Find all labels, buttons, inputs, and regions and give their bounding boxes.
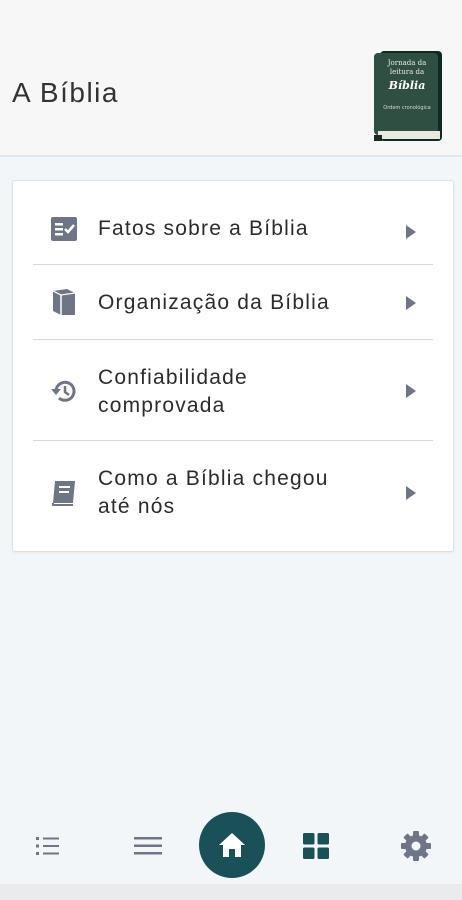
menu-item-confiabilidade[interactable]: Confiabilidade comprovada bbox=[33, 342, 433, 440]
book-icon bbox=[52, 289, 76, 315]
chevron-right-icon bbox=[406, 225, 416, 239]
app-header: A Bíblia Jornada da leitura da Bíblia Or… bbox=[0, 0, 462, 157]
home-icon bbox=[219, 833, 245, 857]
menu-item-organizacao[interactable]: Organização da Bíblia bbox=[33, 267, 433, 339]
grid-icon bbox=[303, 833, 329, 859]
open-book-icon bbox=[52, 481, 75, 506]
checklist-icon bbox=[51, 217, 77, 241]
list-bullets-icon bbox=[36, 837, 59, 855]
chevron-right-icon bbox=[406, 296, 416, 310]
menu-item-label: Como a Bíblia chegou até nós bbox=[98, 467, 329, 518]
divider bbox=[33, 264, 433, 265]
book-cover-image[interactable]: Jornada da leitura da Bíblia Ordem crono… bbox=[374, 51, 442, 141]
nav-list-button[interactable] bbox=[28, 826, 68, 866]
menu-item-label: Organização da Bíblia bbox=[98, 291, 330, 314]
gear-icon bbox=[401, 831, 431, 861]
book-cover-line2: leitura da bbox=[390, 68, 424, 76]
menu-item-como-chegou[interactable]: Como a Bíblia chegou até nós bbox=[33, 443, 433, 543]
menu-icon bbox=[134, 837, 162, 855]
book-cover-line4: Ordem cronológica bbox=[383, 104, 430, 111]
bottom-navigation bbox=[0, 812, 462, 884]
menu-item-fatos[interactable]: Fatos sobre a Bíblia bbox=[33, 201, 433, 265]
nav-settings-button[interactable] bbox=[396, 826, 436, 866]
book-cover-line3: Bíblia bbox=[388, 79, 426, 92]
system-bottom-bar bbox=[0, 884, 462, 900]
screen: A Bíblia Jornada da leitura da Bíblia Or… bbox=[0, 0, 462, 900]
menu-item-label: Fatos sobre a Bíblia bbox=[98, 217, 309, 240]
divider bbox=[33, 440, 433, 441]
book-cover-line1: Jornada da bbox=[387, 59, 427, 67]
history-icon bbox=[51, 380, 76, 402]
topics-card: Fatos sobre a Bíblia Organização da Bíbl… bbox=[12, 180, 454, 552]
chevron-right-icon bbox=[406, 384, 416, 398]
page-title: A Bíblia bbox=[12, 77, 119, 108]
nav-grid-button[interactable] bbox=[296, 826, 336, 866]
nav-menu-button[interactable] bbox=[128, 826, 168, 866]
nav-home-button[interactable] bbox=[199, 812, 265, 878]
chevron-right-icon bbox=[406, 486, 416, 500]
divider bbox=[33, 339, 433, 340]
menu-item-label: Confiabilidade comprovada bbox=[98, 366, 248, 417]
